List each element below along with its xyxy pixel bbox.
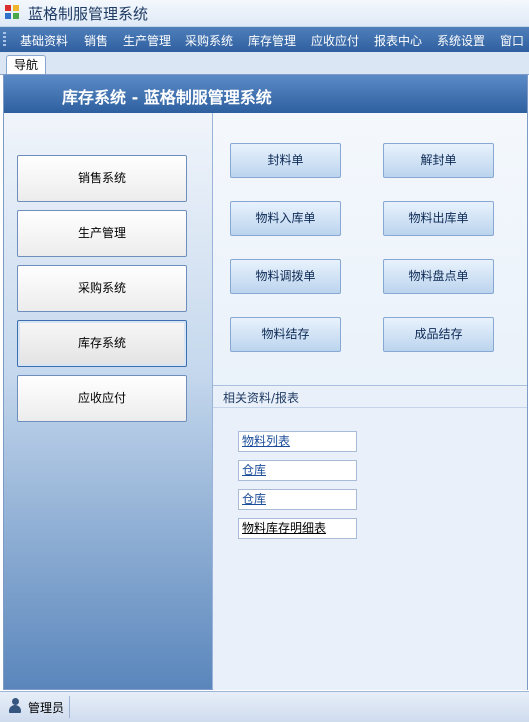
tab-navigation[interactable]: 导航 xyxy=(6,55,46,75)
menu-inventory[interactable]: 库存管理 xyxy=(248,32,296,49)
module-sidebar: 销售系统 生产管理 采购系统 库存系统 应收应付 xyxy=(4,113,212,689)
menu-reports[interactable]: 报表中心 xyxy=(374,32,422,49)
navigation-panel: 库存系统 - 蓝格制服管理系统 销售系统 生产管理 采购系统 库存系统 应收应付… xyxy=(3,74,528,690)
reports-divider xyxy=(213,407,527,408)
menu-receivables-payables[interactable]: 应收应付 xyxy=(311,32,359,49)
unseal-order-button[interactable]: 解封单 xyxy=(383,143,494,178)
report-link-inventory-detail[interactable]: 物料库存明细表 xyxy=(238,518,357,539)
menu-basic-data[interactable]: 基础资料 xyxy=(20,32,68,49)
page-title: 库存系统 - 蓝格制服管理系统 xyxy=(62,88,272,107)
status-bar: 管理员 xyxy=(0,691,529,722)
report-link-warehouse-2[interactable]: 仓库 xyxy=(238,489,357,510)
menu-production[interactable]: 生产管理 xyxy=(123,32,171,49)
material-balance-button[interactable]: 物料结存 xyxy=(230,317,341,352)
page-header: 库存系统 - 蓝格制服管理系统 xyxy=(4,75,527,113)
material-transfer-button[interactable]: 物料调拨单 xyxy=(230,259,341,294)
action-panel: 封料单 解封单 物料入库单 物料出库单 物料调拨单 物料盘点单 物料结存 成品结… xyxy=(213,113,527,690)
report-link-material-list[interactable]: 物料列表 xyxy=(238,431,357,452)
related-reports-section: 相关资料/报表 物料列表 仓库 仓库 物料库存明细表 xyxy=(213,385,527,690)
report-link-warehouse[interactable]: 仓库 xyxy=(238,460,357,481)
tab-strip: 导航 xyxy=(0,52,529,75)
window-title: 蓝格制服管理系统 xyxy=(28,5,149,23)
seal-order-button[interactable]: 封料单 xyxy=(230,143,341,178)
menu-purchasing[interactable]: 采购系统 xyxy=(185,32,233,49)
menu-grip[interactable] xyxy=(3,32,6,47)
nav-receivables-button[interactable]: 应收应付 xyxy=(17,375,187,422)
menu-window[interactable]: 窗口 xyxy=(500,32,524,49)
nav-inventory-button[interactable]: 库存系统 xyxy=(17,320,187,367)
title-bar: 蓝格制服管理系统 xyxy=(0,0,529,27)
menu-sales[interactable]: 销售 xyxy=(84,32,108,49)
reports-title: 相关资料/报表 xyxy=(223,391,300,405)
user-icon xyxy=(9,698,21,714)
product-balance-button[interactable]: 成品结存 xyxy=(383,317,494,352)
app-icon xyxy=(5,5,20,20)
material-outbound-button[interactable]: 物料出库单 xyxy=(383,201,494,236)
nav-sales-button[interactable]: 销售系统 xyxy=(17,155,187,202)
status-separator xyxy=(69,696,70,718)
menu-settings[interactable]: 系统设置 xyxy=(437,32,485,49)
material-stocktake-button[interactable]: 物料盘点单 xyxy=(383,259,494,294)
nav-production-button[interactable]: 生产管理 xyxy=(17,210,187,257)
current-user: 管理员 xyxy=(28,701,65,715)
nav-purchasing-button[interactable]: 采购系统 xyxy=(17,265,187,312)
material-inbound-button[interactable]: 物料入库单 xyxy=(230,201,341,236)
menu-bar: 基础资料 销售 生产管理 采购系统 库存管理 应收应付 报表中心 系统设置 窗口 xyxy=(0,27,529,53)
